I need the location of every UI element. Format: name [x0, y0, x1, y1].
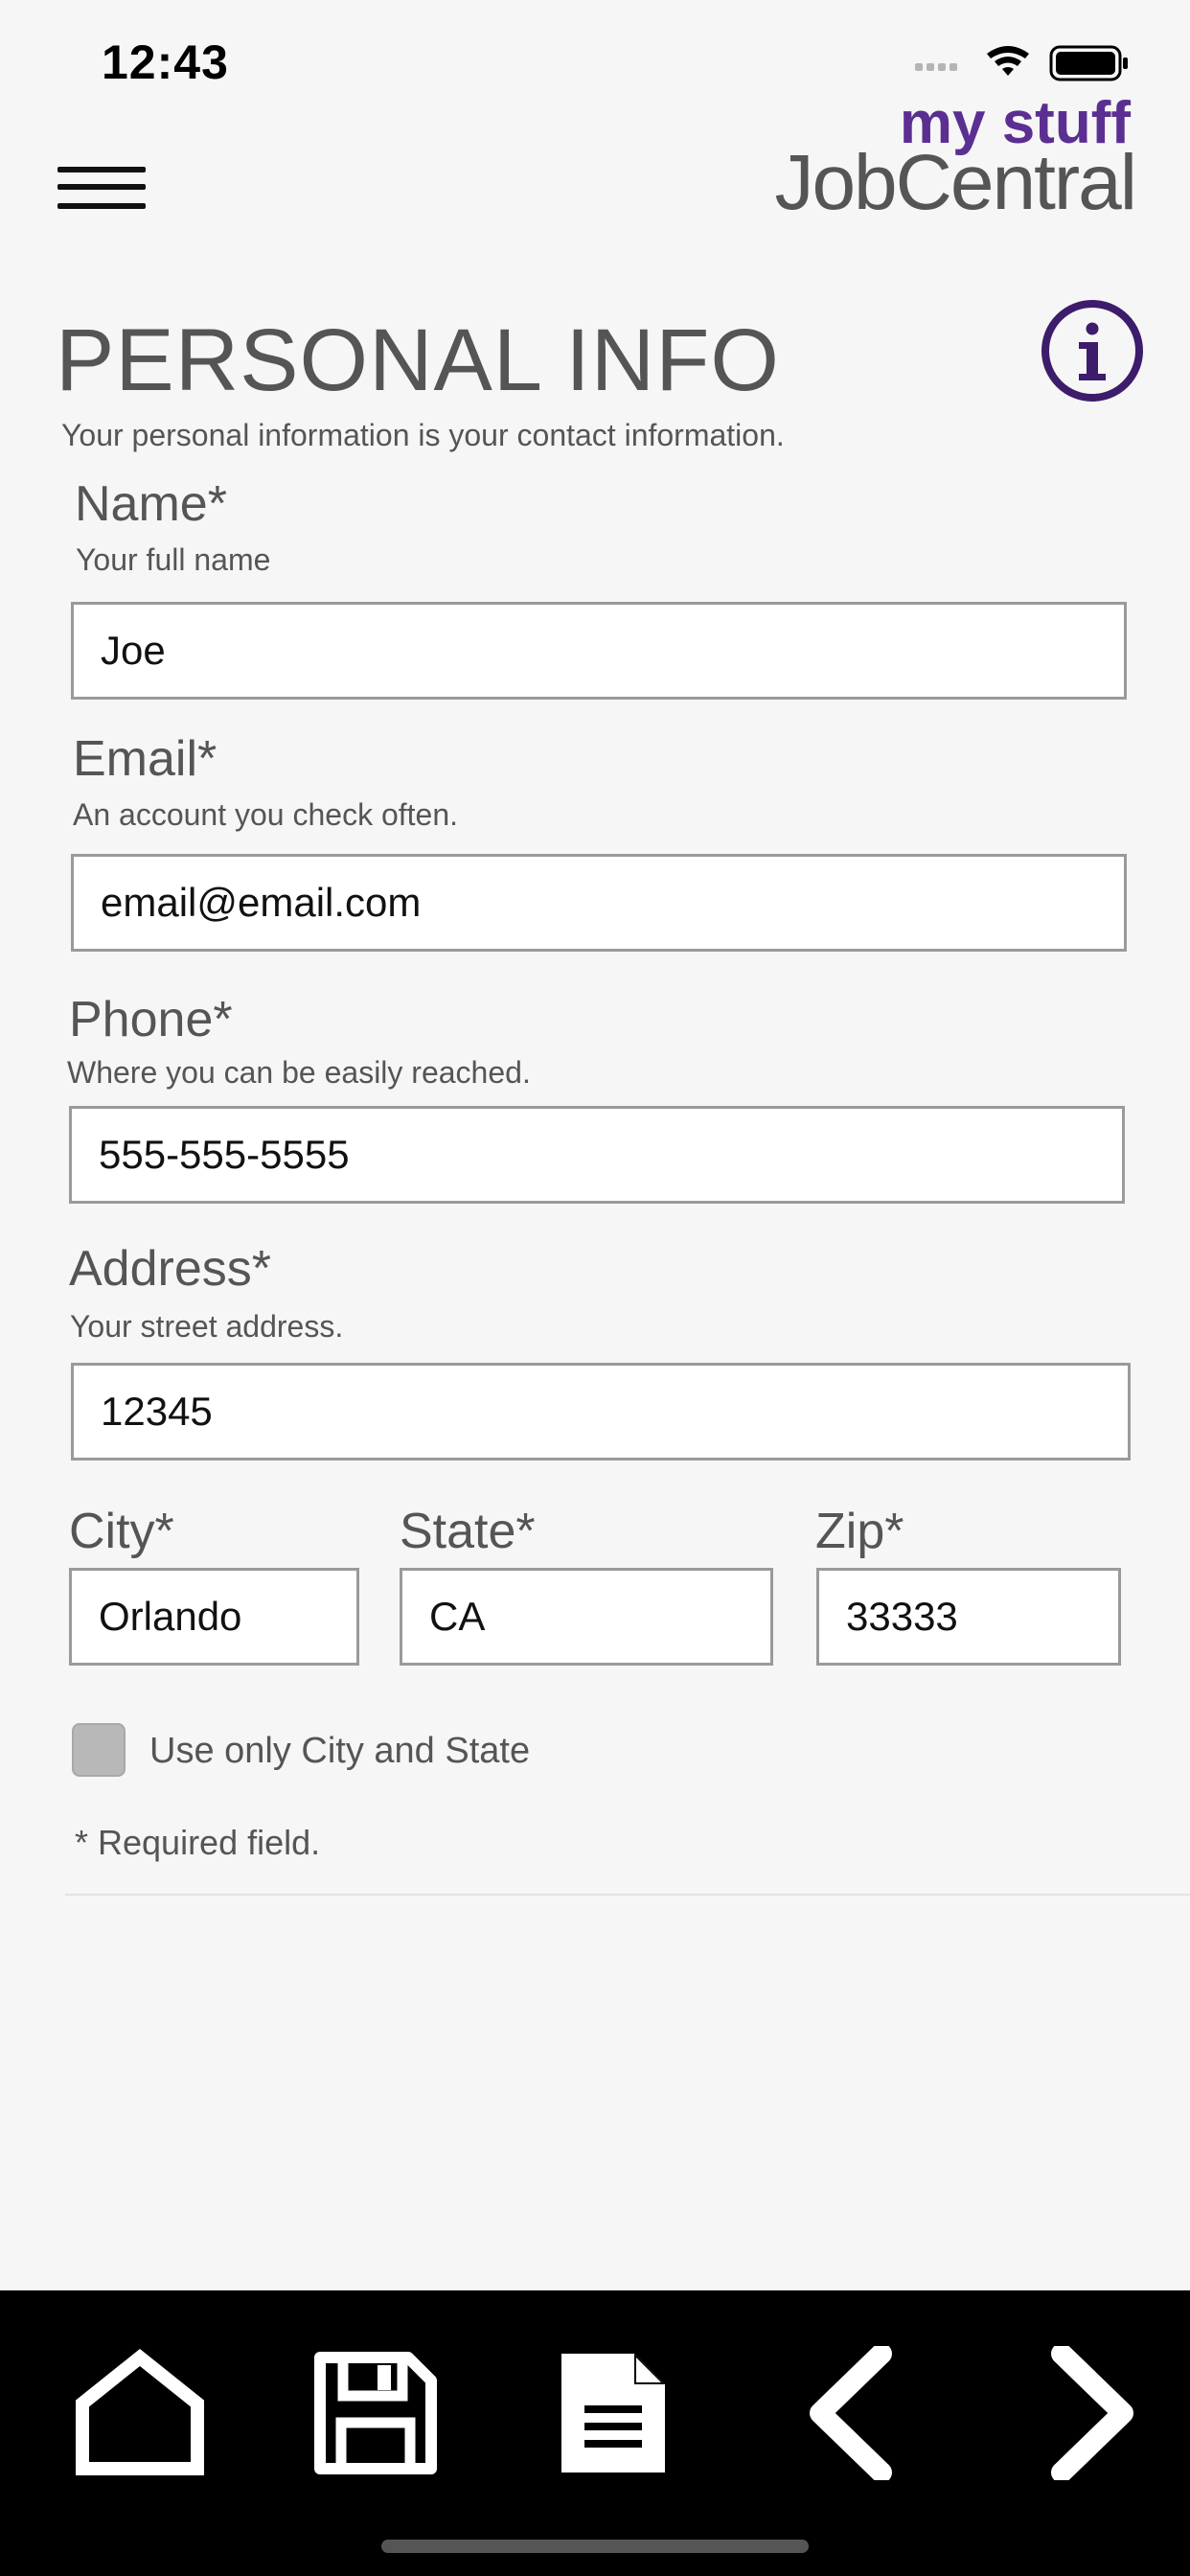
zip-label: Zip* — [815, 1504, 904, 1559]
home-icon[interactable] — [73, 2346, 207, 2480]
name-field[interactable]: Joe — [71, 602, 1127, 700]
status-icons — [915, 45, 1128, 81]
required-field-note: * Required field. — [75, 1823, 321, 1862]
phone-label: Phone* — [69, 992, 233, 1047]
home-indicator[interactable] — [381, 2540, 809, 2553]
hamburger-menu-icon[interactable] — [57, 163, 146, 213]
name-hint: Your full name — [76, 542, 271, 577]
email-hint: An account you check often. — [73, 797, 459, 832]
page-title: PERSONAL INFO — [56, 311, 780, 409]
info-icon[interactable] — [1041, 299, 1144, 402]
email-field[interactable]: email@email.com — [71, 854, 1127, 952]
save-icon[interactable] — [309, 2346, 443, 2480]
phone-field[interactable]: 555-555-5555 — [69, 1106, 1125, 1204]
chevron-left-icon[interactable] — [786, 2346, 920, 2480]
chevron-right-icon[interactable] — [1023, 2346, 1157, 2480]
battery-icon — [1049, 45, 1128, 81]
address-label: Address* — [69, 1241, 271, 1297]
address-field[interactable]: 12345 — [71, 1363, 1131, 1460]
page-subtitle: Your personal information is your contac… — [61, 418, 785, 452]
use-city-state-label[interactable]: Use only City and State — [149, 1731, 530, 1772]
cellular-signal-icon — [915, 63, 957, 71]
state-label: State* — [400, 1504, 536, 1559]
city-field[interactable]: Orlando — [69, 1568, 359, 1666]
status-time: 12:43 — [102, 35, 229, 89]
state-field[interactable]: CA — [400, 1568, 773, 1666]
phone-hint: Where you can be easily reached. — [67, 1055, 531, 1090]
email-label: Email* — [73, 731, 217, 787]
use-city-state-checkbox[interactable] — [72, 1723, 126, 1777]
document-icon[interactable] — [546, 2346, 680, 2480]
city-label: City* — [69, 1504, 174, 1559]
name-label: Name* — [75, 476, 227, 532]
zip-field[interactable]: 33333 — [816, 1568, 1121, 1666]
address-hint: Your street address. — [70, 1309, 344, 1344]
wifi-icon — [987, 46, 1029, 76]
brand-logo-jobcentral: JobCentral — [774, 139, 1137, 226]
divider — [65, 1894, 1190, 1896]
